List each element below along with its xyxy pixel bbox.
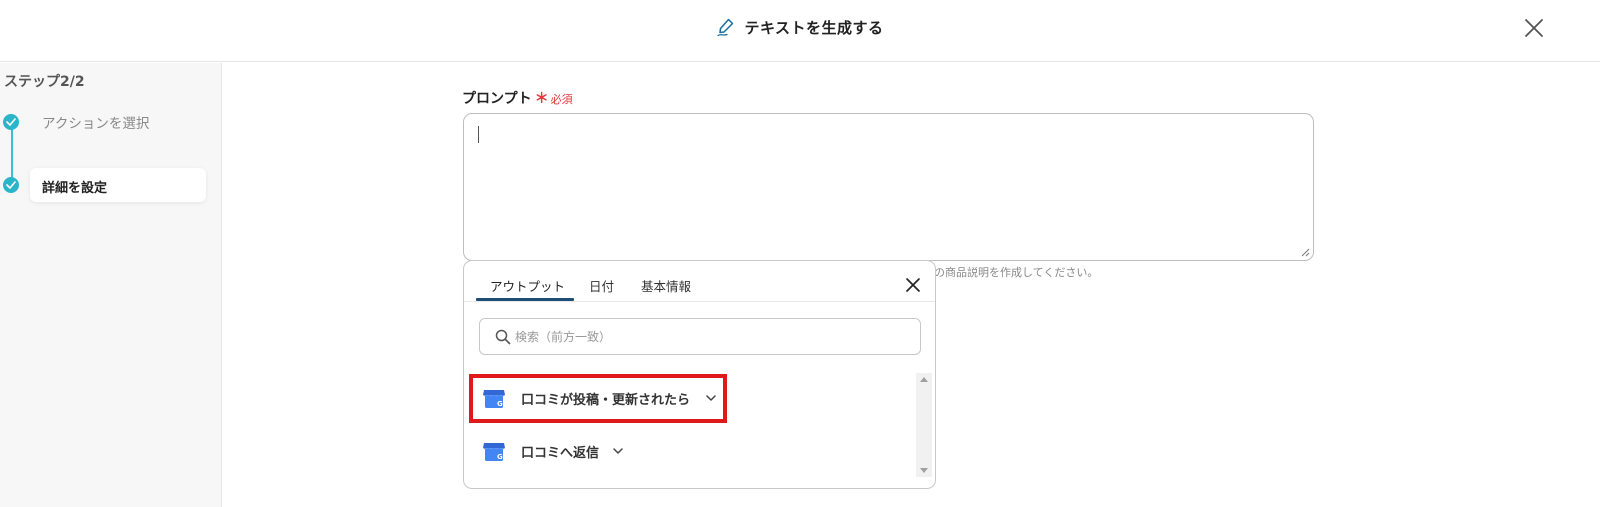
prompt-helper-text: の商品説明を作成してください。 xyxy=(934,266,1099,279)
pen-icon xyxy=(717,18,734,37)
step-sidebar: ステップ2/2 アクションを選択 詳細を設定 xyxy=(0,63,222,507)
step-item-label: 詳細を設定 xyxy=(42,181,108,196)
tab-date[interactable]: 日付 xyxy=(589,276,614,295)
list-item-review-posted[interactable]: G 口コミが投稿・更新されたら xyxy=(474,374,726,420)
step-item-configure-details[interactable]: 詳細を設定 xyxy=(30,168,206,202)
required-asterisk: ＊ xyxy=(534,91,549,107)
prompt-textarea[interactable] xyxy=(463,113,1314,261)
active-tab-indicator xyxy=(476,298,574,301)
required-text: 必須 xyxy=(550,93,573,106)
step-connector xyxy=(11,121,13,185)
list-item-label: 口コミへ返信 xyxy=(521,446,600,461)
tab-output[interactable]: アウトプット xyxy=(490,276,565,295)
scroll-up-arrow-icon[interactable] xyxy=(920,377,928,382)
svg-text:G: G xyxy=(497,400,503,408)
search-field[interactable] xyxy=(479,318,921,355)
step-current-check-icon xyxy=(3,177,19,193)
chevron-down-icon xyxy=(706,395,716,401)
google-business-icon: G xyxy=(483,390,505,408)
list-item-reply-to-review[interactable]: G 口コミへ返信 xyxy=(474,427,674,473)
modal-title: テキストを生成する xyxy=(0,17,1600,38)
modal-header: テキストを生成する xyxy=(0,0,1600,62)
svg-text:G: G xyxy=(497,453,503,461)
resize-handle-icon[interactable] xyxy=(1301,248,1310,257)
prompt-field-label: プロンプト＊必須 xyxy=(462,88,573,108)
close-icon[interactable] xyxy=(1522,16,1546,40)
close-icon[interactable] xyxy=(904,276,922,294)
modal-title-text: テキストを生成する xyxy=(744,19,884,37)
prompt-label-text: プロンプト xyxy=(462,91,532,107)
scroll-down-arrow-icon[interactable] xyxy=(920,468,928,473)
step-complete-check-icon xyxy=(3,114,19,130)
step-heading: ステップ2/2 xyxy=(4,74,85,90)
text-caret xyxy=(478,126,479,143)
chevron-down-icon xyxy=(613,448,623,454)
list-item-label: 口コミが投稿・更新されたら xyxy=(521,393,691,408)
step-item-select-action[interactable]: アクションを選択 xyxy=(42,112,149,132)
search-icon xyxy=(495,329,511,345)
output-picker-popover: アウトプット 日付 基本情報 G 口コミが投稿・更新されたら xyxy=(463,260,936,489)
list-scrollbar[interactable] xyxy=(916,373,932,477)
google-business-icon: G xyxy=(483,443,505,461)
search-input[interactable] xyxy=(515,319,915,354)
tab-basic-info[interactable]: 基本情報 xyxy=(641,276,691,295)
picker-tabs: アウトプット 日付 基本情報 xyxy=(464,261,935,302)
